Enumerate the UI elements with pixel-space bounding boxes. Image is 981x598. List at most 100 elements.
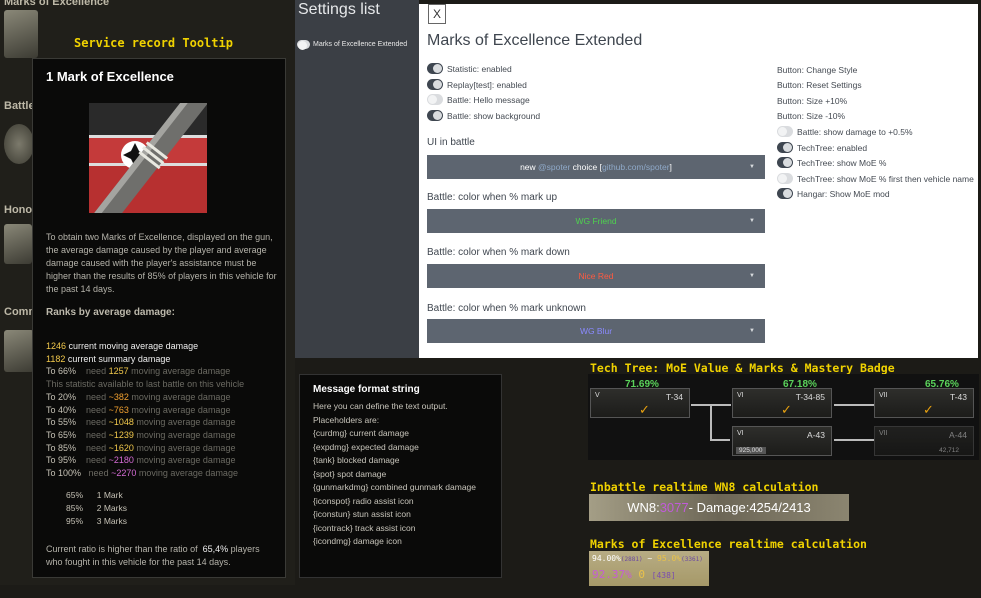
mastery-check-icon: ✓ [639, 402, 650, 417]
unknown-color-label: Battle: color when % mark unknown [427, 303, 586, 314]
toggle-techtree-moe[interactable]: TechTree: show MoE % [777, 157, 886, 168]
tooltip-description: To obtain two Marks of Excellence, displ… [46, 232, 277, 294]
toggle-techtree-enabled[interactable]: TechTree: enabled [777, 142, 867, 153]
moe-next-dmg: (3361) [681, 556, 703, 563]
toggle-switch-icon [777, 126, 793, 137]
rank-need: need [86, 404, 107, 415]
rank-label: moving average damage [136, 429, 236, 440]
settings-list-title: Settings list [298, 1, 380, 18]
rank-value: ~382 [108, 391, 129, 402]
rank-need: need [86, 442, 107, 453]
toggle-switch-icon [427, 79, 443, 90]
tier-label: VII [879, 430, 888, 437]
battle-medal-icon[interactable] [4, 124, 34, 164]
rank-label: moving average damage [131, 404, 231, 415]
toggle-replay[interactable]: Replay[test]: enabled [427, 79, 527, 90]
rank-label: moving average damage [136, 455, 236, 466]
message-format-title: Message format string [313, 384, 420, 395]
tank-card-a44[interactable]: VII A-44 42,712 [874, 426, 974, 456]
tier-label: VII [879, 392, 888, 399]
rank-value: ~1048 [108, 417, 134, 428]
toggle-show-background[interactable]: Battle: show background [427, 110, 540, 121]
settings-list-item-label: Marks of Excellence Extended [313, 41, 408, 48]
moe-change: 0 [638, 568, 645, 581]
toggle-switch-icon [777, 188, 793, 199]
section-heading-marks: Marks of Excellence [4, 0, 110, 8]
rank-row: To 65% need ~1239 moving average damage [46, 429, 244, 442]
mastery-check-icon: ✓ [923, 402, 934, 417]
toggle-damage-05[interactable]: Battle: show damage to +0.5% [777, 126, 913, 137]
select-value-suffix: ] [669, 162, 672, 172]
tier-label: V [595, 392, 600, 399]
rank-need: need [86, 391, 107, 402]
current-summary-label: current summary damage [67, 353, 171, 364]
service-record-title: Service record Tooltip [74, 36, 233, 50]
moe-pct: 92.37% [592, 568, 639, 581]
tree-arrow [710, 404, 712, 440]
ui-in-battle-select[interactable]: new @spoter choice [github.com/spoter] ▼ [427, 155, 765, 179]
message-line: {iconstun} stun assist icon [313, 509, 411, 519]
toggle-hangar-moe[interactable]: Hangar: Show MoE mod [777, 188, 890, 199]
tank-card-a43[interactable]: VI A-43 925,000 [732, 426, 832, 456]
tank-price: 925,000 [736, 447, 766, 454]
toggle-label: Battle: Hello message [447, 94, 530, 105]
mark-threshold-row: 85% 2 Marks [66, 502, 127, 515]
toggle-hello-message[interactable]: Battle: Hello message [427, 94, 530, 105]
wn8-value: 3077 [659, 500, 689, 515]
mark-medal-icon[interactable] [4, 10, 38, 58]
close-button[interactable]: X [428, 4, 446, 24]
unknown-color-select[interactable]: WG Blur ▼ [427, 319, 765, 343]
select-value: WG Blur [579, 326, 613, 336]
footer-prefix: Current ratio is higher than the ratio o… [46, 544, 198, 554]
message-line: {spot} spot damage [313, 468, 387, 479]
size-plus-button[interactable]: Button: Size +10% [777, 96, 847, 106]
ranks-list: 1246 current moving average damage 1182 … [46, 340, 244, 480]
toggle-statistic[interactable]: Statistic: enabled [427, 63, 512, 74]
mark-label: 1 Mark [96, 490, 123, 500]
change-style-button[interactable]: Button: Change Style [777, 65, 857, 75]
honor-medal-icon[interactable] [4, 224, 32, 264]
markup-color-select[interactable]: WG Friend ▼ [427, 209, 765, 233]
mastery-check-icon: ✓ [781, 402, 792, 417]
size-minus-button[interactable]: Button: Size -10% [777, 111, 845, 121]
moe-realtime-panel: 94.00%(2881) ~ 95.0%(3361) 92.37% 0 [438… [589, 551, 709, 586]
tier-label: VI [737, 392, 744, 399]
mark-pct: 95% [66, 516, 84, 526]
toggle-switch-icon [427, 63, 443, 74]
mark-pct: 65% [66, 490, 84, 500]
wn8-panel: WN8: 3077 - Damage:4254/2413 [589, 494, 849, 521]
footer-value: 65,4% [202, 544, 229, 554]
rank-to: To 66% [46, 366, 77, 377]
rank-need: need [88, 468, 109, 479]
rank-value: ~2180 [108, 455, 134, 466]
comm-medal-icon[interactable] [4, 330, 34, 372]
mark-label: 3 Marks [96, 516, 127, 526]
rank-row: To 66% need 1257 moving average damage [46, 365, 244, 378]
reset-settings-button[interactable]: Button: Reset Settings [777, 80, 862, 90]
toggle-switch-icon [427, 94, 443, 105]
message-format-panel: Message format string Here you can defin… [299, 374, 502, 578]
toggle-techtree-moe-first[interactable]: TechTree: show MoE % first then vehicle … [777, 173, 974, 184]
current-summary-value: 1182 [46, 353, 66, 364]
tank-card-t34-85[interactable]: 67.18% VI T-34-85 ✓ [732, 379, 832, 418]
toggle-label: TechTree: enabled [797, 142, 868, 153]
rank-need: need [86, 429, 107, 440]
moe-value-row: 92.37% 0 [438] [592, 568, 676, 581]
message-line: Placeholders are: [313, 414, 380, 425]
select-value-link: github.com/spoter [601, 162, 670, 172]
tree-arrow [834, 404, 874, 406]
select-value-name: @spoter [538, 162, 571, 172]
tank-card-t43[interactable]: 65.76% VII T-43 ✓ [874, 379, 974, 418]
rank-to: To 20% [46, 391, 77, 402]
markdown-color-select[interactable]: Nice Red ▼ [427, 264, 765, 288]
tooltip-title: 1 Mark of Excellence [46, 69, 174, 84]
section-heading-battle: Battle [4, 100, 35, 112]
toggle-switch-icon [777, 173, 793, 184]
tank-card-t34[interactable]: 71.69% V T-34 ✓ [590, 379, 690, 418]
settings-list-item[interactable]: Marks of Excellence Extended [297, 40, 408, 50]
toggle-switch-icon [777, 142, 793, 153]
toggle-label: Battle: show damage to +0.5% [797, 126, 913, 137]
chevron-down-icon: ▼ [749, 164, 755, 170]
moe-range-row: 94.00%(2881) ~ 95.0%(3361) [592, 554, 703, 563]
moe-separator: ~ [642, 554, 658, 563]
